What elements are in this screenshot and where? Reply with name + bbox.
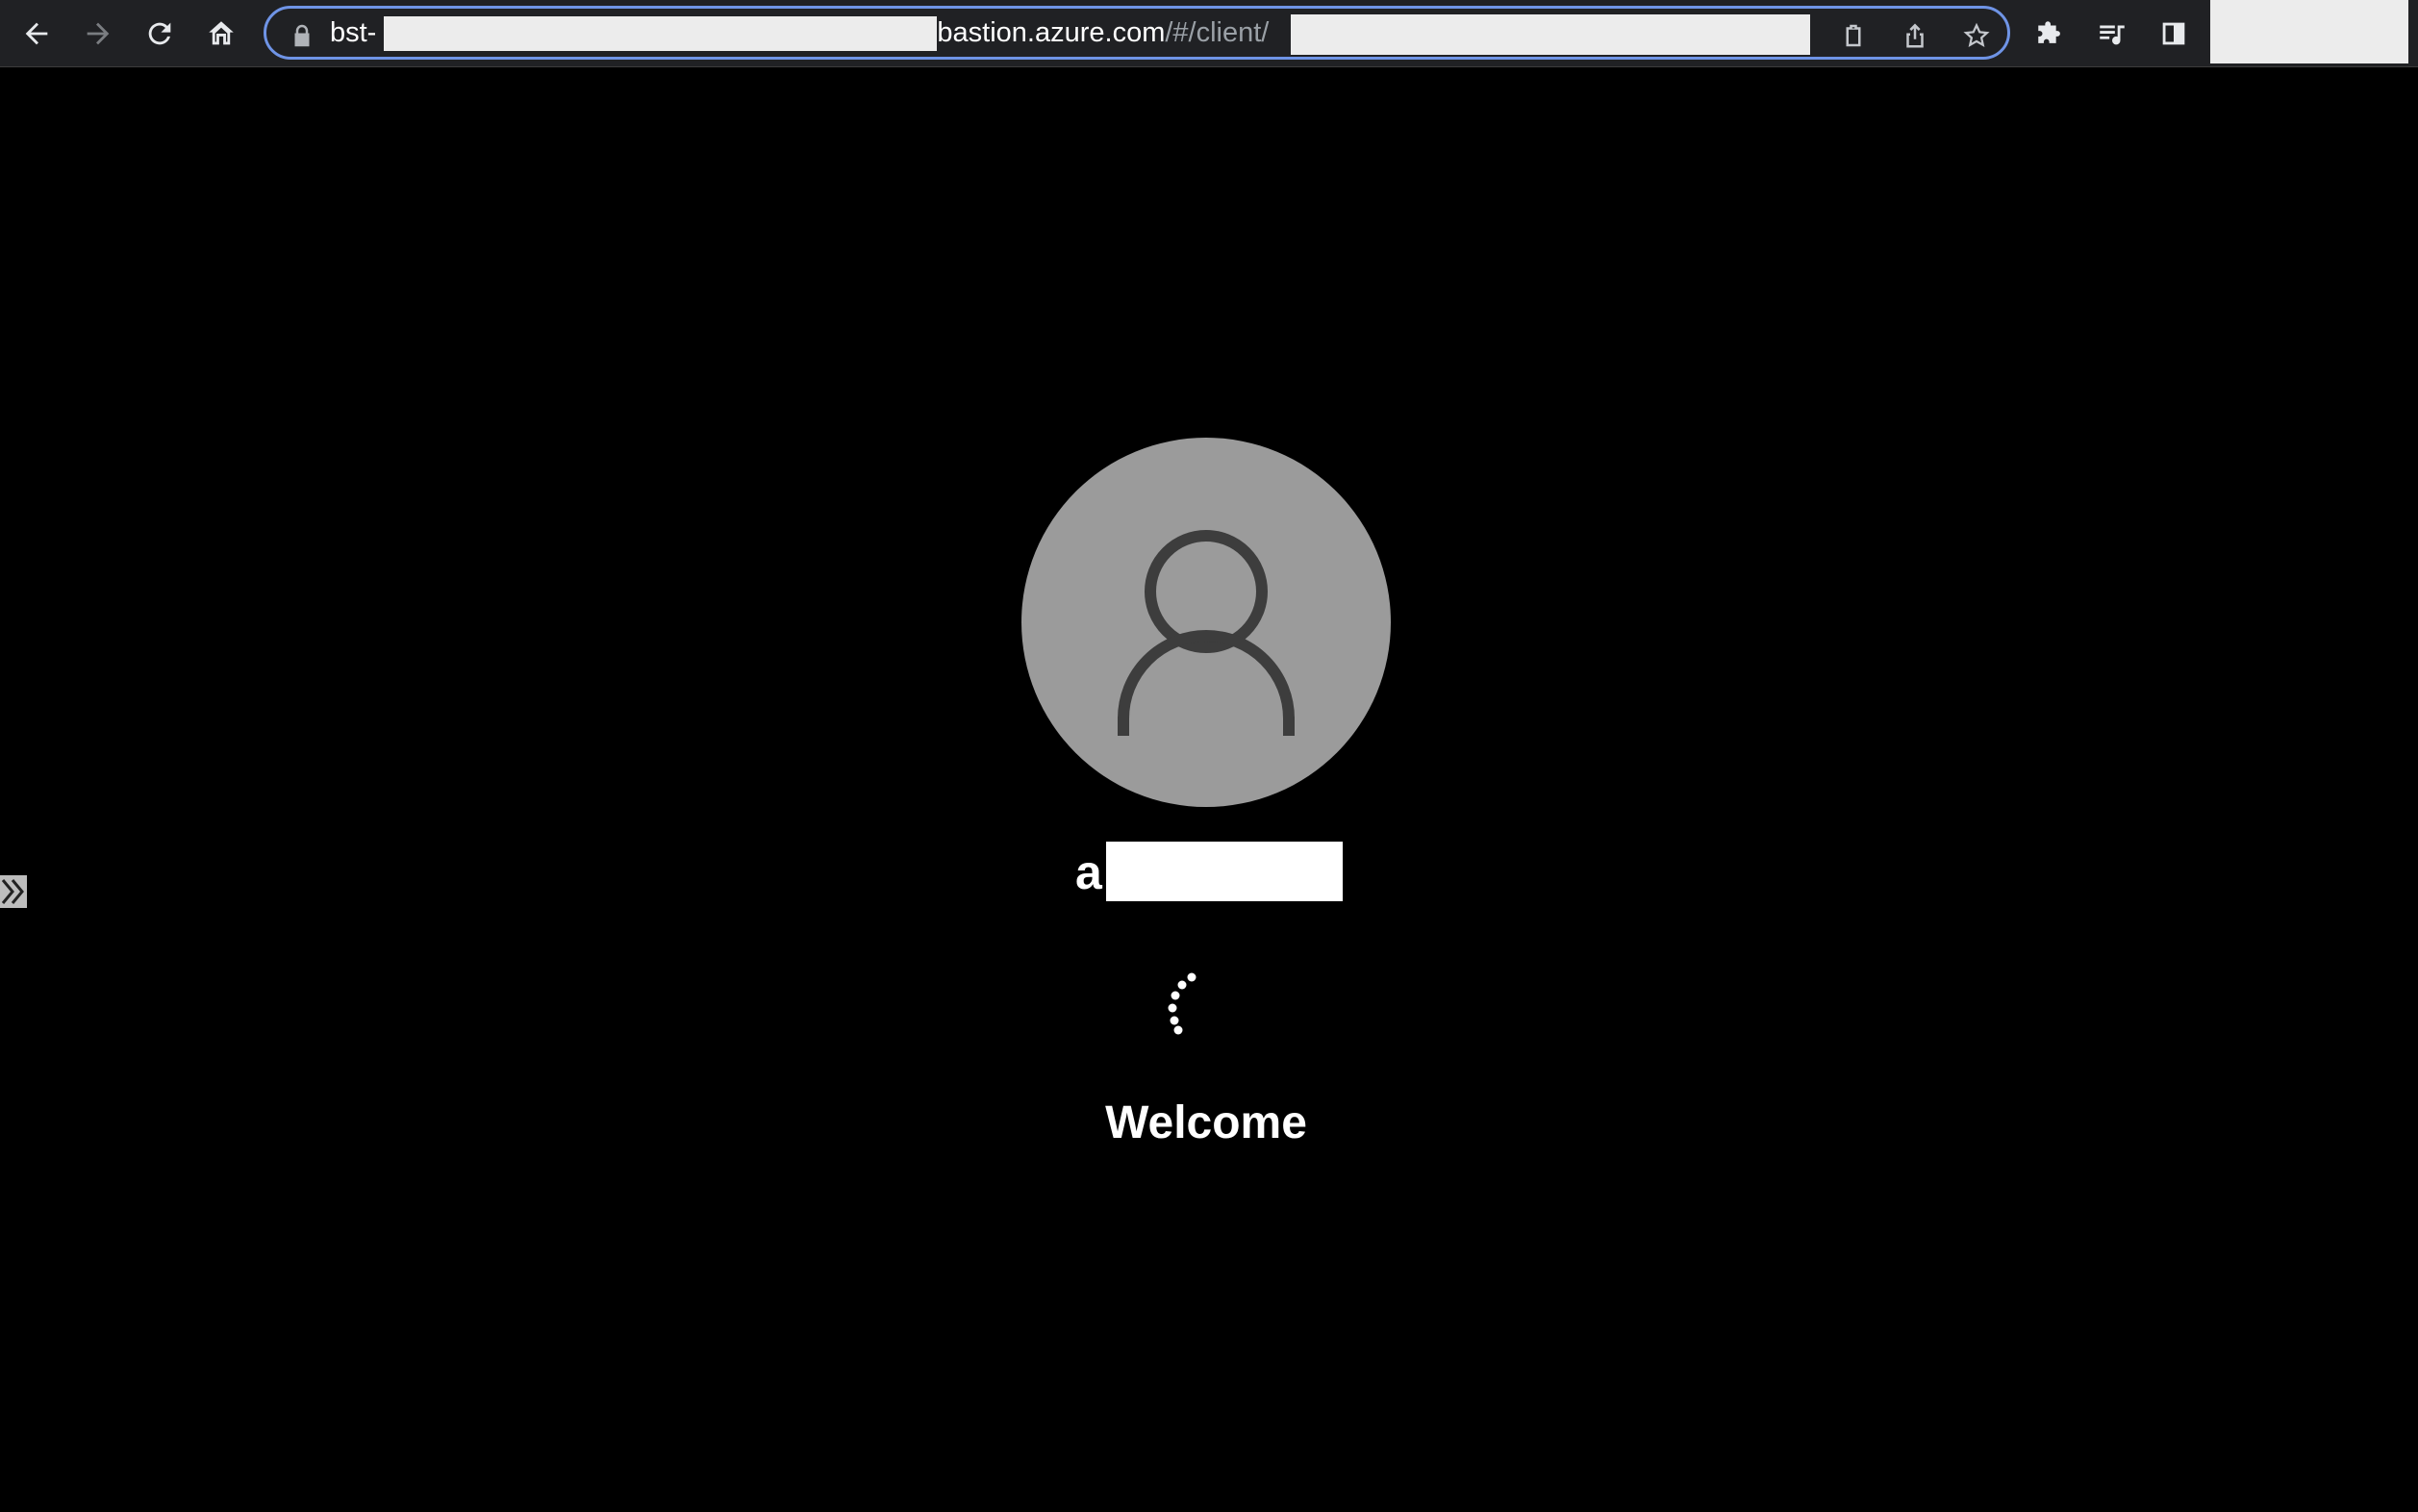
reload-button[interactable]	[139, 13, 181, 55]
username-redaction	[1106, 842, 1343, 901]
home-icon	[209, 21, 234, 45]
puzzle-icon	[2038, 21, 2060, 43]
clipboard-icon	[1846, 24, 1861, 47]
username-label: a	[1075, 845, 1102, 899]
user-avatar	[1021, 438, 1391, 807]
side-panel-icon	[2162, 22, 2185, 45]
url-redaction-path	[1291, 14, 1810, 55]
bookmark-button[interactable]	[1957, 16, 1996, 55]
url-path: /#/client/	[1165, 17, 1270, 48]
welcome-status: Welcome	[1105, 1097, 1307, 1148]
reload-icon	[148, 22, 171, 45]
user-icon	[1118, 530, 1295, 736]
share-icon	[1906, 23, 1924, 48]
star-icon	[1963, 22, 1990, 47]
session-panel-toggle[interactable]	[0, 875, 27, 908]
profile-redaction	[2210, 0, 2408, 63]
loading-spinner-icon	[1168, 972, 1196, 1035]
address-bar[interactable]: bst- .bastion.azure.com/#/client/	[264, 6, 2010, 60]
url-redaction	[384, 16, 937, 51]
clipboard-button[interactable]	[1834, 16, 1873, 55]
media-control-button[interactable]	[2091, 13, 2133, 55]
lock-icon	[294, 24, 310, 47]
forward-button[interactable]	[77, 13, 119, 55]
side-panel-button[interactable]	[2153, 13, 2195, 55]
home-button[interactable]	[200, 13, 242, 55]
share-button[interactable]	[1896, 16, 1934, 55]
double-chevron-right-icon	[1, 879, 24, 904]
extensions-button[interactable]	[2029, 13, 2072, 55]
back-button[interactable]	[15, 13, 58, 55]
arrow-right-icon	[87, 22, 110, 45]
media-playlist-icon	[2100, 25, 2125, 45]
browser-toolbar: bst- .bastion.azure.com/#/client/	[0, 0, 2418, 67]
arrow-left-icon	[25, 22, 48, 45]
url-domain: .bastion.azure.com	[929, 17, 1166, 48]
url-prefix: bst-	[330, 17, 377, 48]
